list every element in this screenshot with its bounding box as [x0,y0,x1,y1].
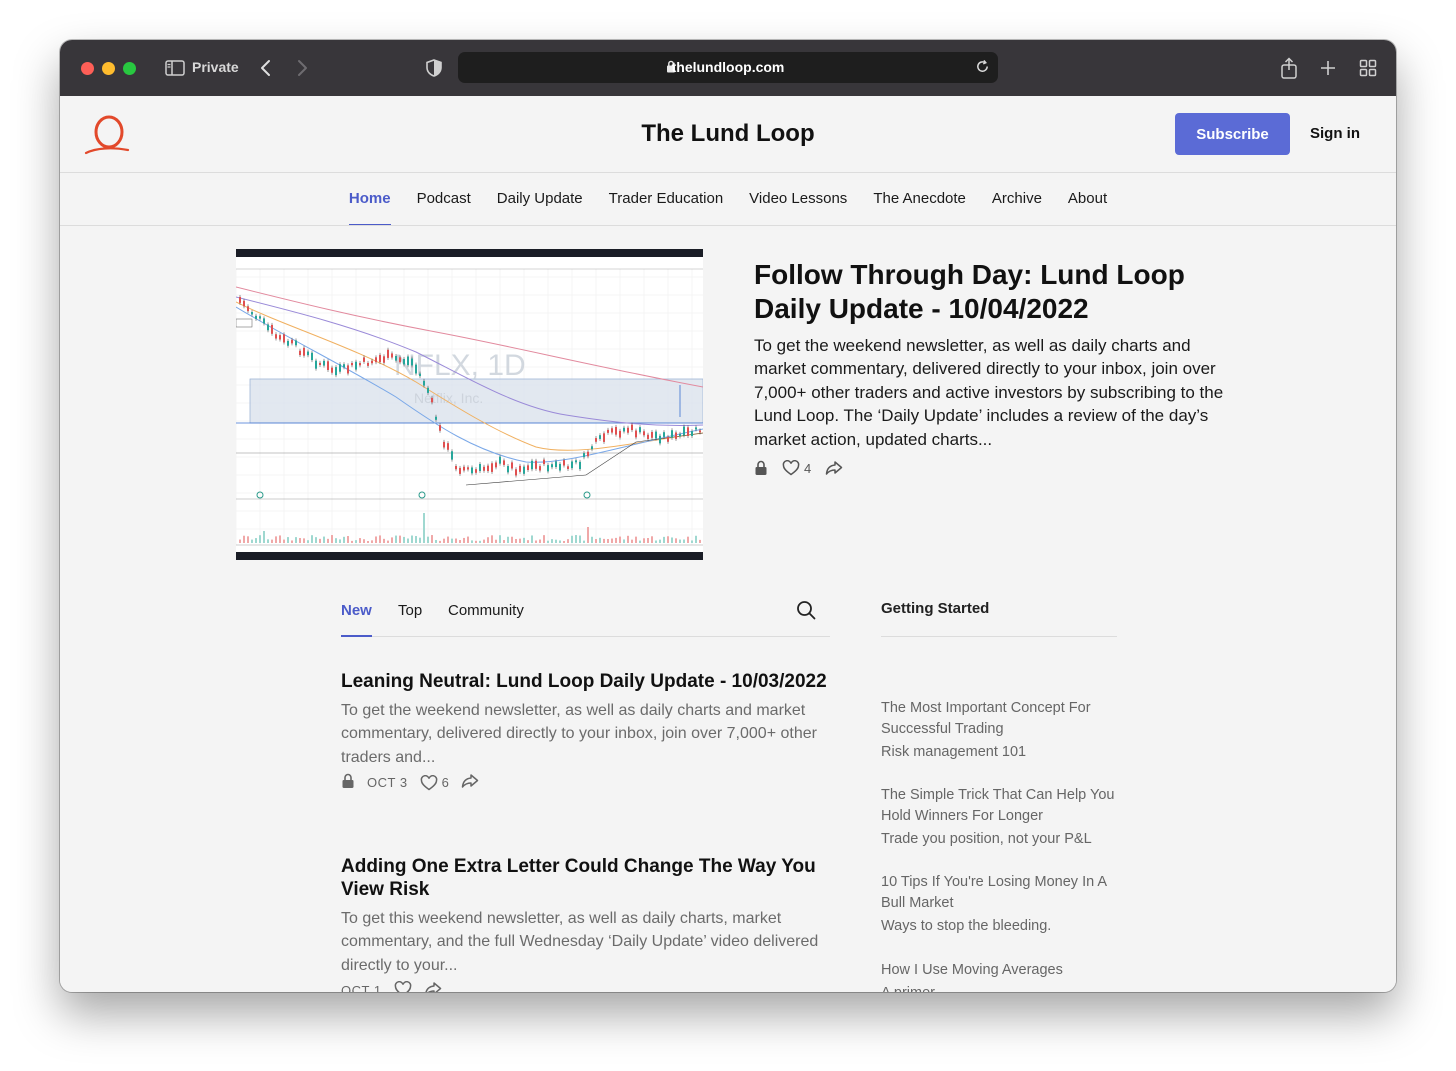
sidebar-post-title[interactable]: The Simple Trick That Can Help You Hold … [881,785,1117,827]
url-text: thelundloop.com [671,59,785,75]
post-list-tabs: New Top Community [341,599,830,637]
new-tab-icon[interactable] [1318,56,1338,80]
browser-window: Private thelundloop.com The Lund Loop Su… [60,40,1396,992]
post-description: To get this weekend newsletter, as well … [341,910,819,974]
post-date: OCT 1 [341,983,382,992]
hero-post-meta: 4 [754,460,843,476]
nav-item-podcast[interactable]: Podcast [404,190,484,226]
hero-post-title[interactable]: Follow Through Day: Lund Loop Daily Upda… [754,258,1234,326]
sidebar-post-title[interactable]: How I Use Moving Averages [881,960,1117,981]
heart-icon [420,774,437,791]
tab-top[interactable]: Top [398,602,422,637]
post-meta: OCT 3 6 [341,773,831,792]
sign-in-link[interactable]: Sign in [1310,125,1360,142]
share-icon[interactable] [461,773,479,792]
post-like-count: 6 [441,775,450,791]
paid-lock-icon [754,460,768,476]
nav-item-archive[interactable]: Archive [979,190,1055,226]
post-description: To get the weekend newsletter, as well a… [341,702,817,766]
subscribe-button[interactable]: Subscribe [1175,113,1290,155]
sidebar-post-subtitle: Ways to stop the bleeding. [881,918,1052,934]
sidebar-post-subtitle: Trade you position, not your P&L [881,831,1092,847]
sidebar-post-link[interactable]: 10 Tips If You're Losing Money In A Bull… [881,872,1117,937]
sidebar-post-link[interactable]: How I Use Moving Averages A primer. [881,960,1117,992]
heart-icon [782,460,800,476]
minimize-window-button[interactable] [102,62,115,75]
nav-item-home[interactable]: Home [336,190,404,226]
sidebar-post-title[interactable]: The Most Important Concept For Successfu… [881,698,1117,740]
nav-item-the-anecdote[interactable]: The Anecdote [860,190,979,226]
main-nav: Home Podcast Daily Update Trader Educati… [60,190,1396,226]
maximize-window-button[interactable] [123,62,136,75]
tab-new[interactable]: New [341,602,372,637]
private-mode-label: Private [192,59,239,75]
post-list-item[interactable]: Leaning Neutral: Lund Loop Daily Update … [341,670,831,792]
paid-lock-icon [341,773,355,792]
tab-overview-icon[interactable] [1357,56,1379,80]
nav-item-daily-update[interactable]: Daily Update [484,190,596,226]
forward-icon[interactable] [294,56,312,80]
share-icon[interactable] [424,981,442,992]
sidebar-post-subtitle: Risk management 101 [881,744,1027,760]
nav-item-trader-education[interactable]: Trader Education [596,190,737,226]
post-meta: OCT 1 [341,981,831,992]
sidebar-post-title[interactable]: 10 Tips If You're Losing Money In A Bull… [881,872,1117,914]
hero-post-description: To get the weekend newsletter, as well a… [754,336,1224,449]
browser-titlebar: Private thelundloop.com [60,40,1396,96]
back-icon[interactable] [256,56,274,80]
post-like-button[interactable]: 6 [420,774,450,791]
nav-item-about[interactable]: About [1055,190,1120,226]
chart-watermark-company: Netflix, Inc. [414,390,483,406]
chart-watermark-ticker: NFLX, 1D [394,349,526,382]
sidebar-post-subtitle: A primer. [881,983,1117,992]
tab-community[interactable]: Community [448,602,524,637]
post-date: OCT 3 [367,775,408,791]
sidebar-heading: Getting Started [881,600,1117,637]
shield-icon[interactable] [424,56,444,80]
hero-like-count: 4 [804,460,812,476]
address-bar[interactable]: thelundloop.com [458,52,998,83]
post-title[interactable]: Adding One Extra Letter Could Change The… [341,855,831,901]
hero-post-image[interactable]: NFLX, 1D Netflix, Inc. [236,249,703,560]
nav-item-video-lessons[interactable]: Video Lessons [736,190,860,226]
sidebar-post-link[interactable]: The Simple Trick That Can Help You Hold … [881,785,1117,850]
hero-share-icon[interactable] [825,460,843,476]
search-icon[interactable] [796,600,816,625]
share-icon[interactable] [1278,56,1300,80]
sidebar-toggle-icon[interactable] [164,56,186,80]
post-list-item[interactable]: Adding One Extra Letter Could Change The… [341,855,831,992]
nav-divider [60,225,1396,226]
stock-chart-thumbnail: NFLX, 1D Netflix, Inc. [236,257,703,552]
sidebar-post-link[interactable]: The Most Important Concept For Successfu… [881,698,1117,763]
page-content: The Lund Loop Subscribe Sign in Home Pod… [60,96,1396,992]
reload-icon[interactable] [975,59,990,79]
heart-icon[interactable] [394,981,412,992]
hero-like-button[interactable]: 4 [782,460,811,476]
header-divider [60,172,1396,173]
post-title[interactable]: Leaning Neutral: Lund Loop Daily Update … [341,670,831,693]
close-window-button[interactable] [81,62,94,75]
